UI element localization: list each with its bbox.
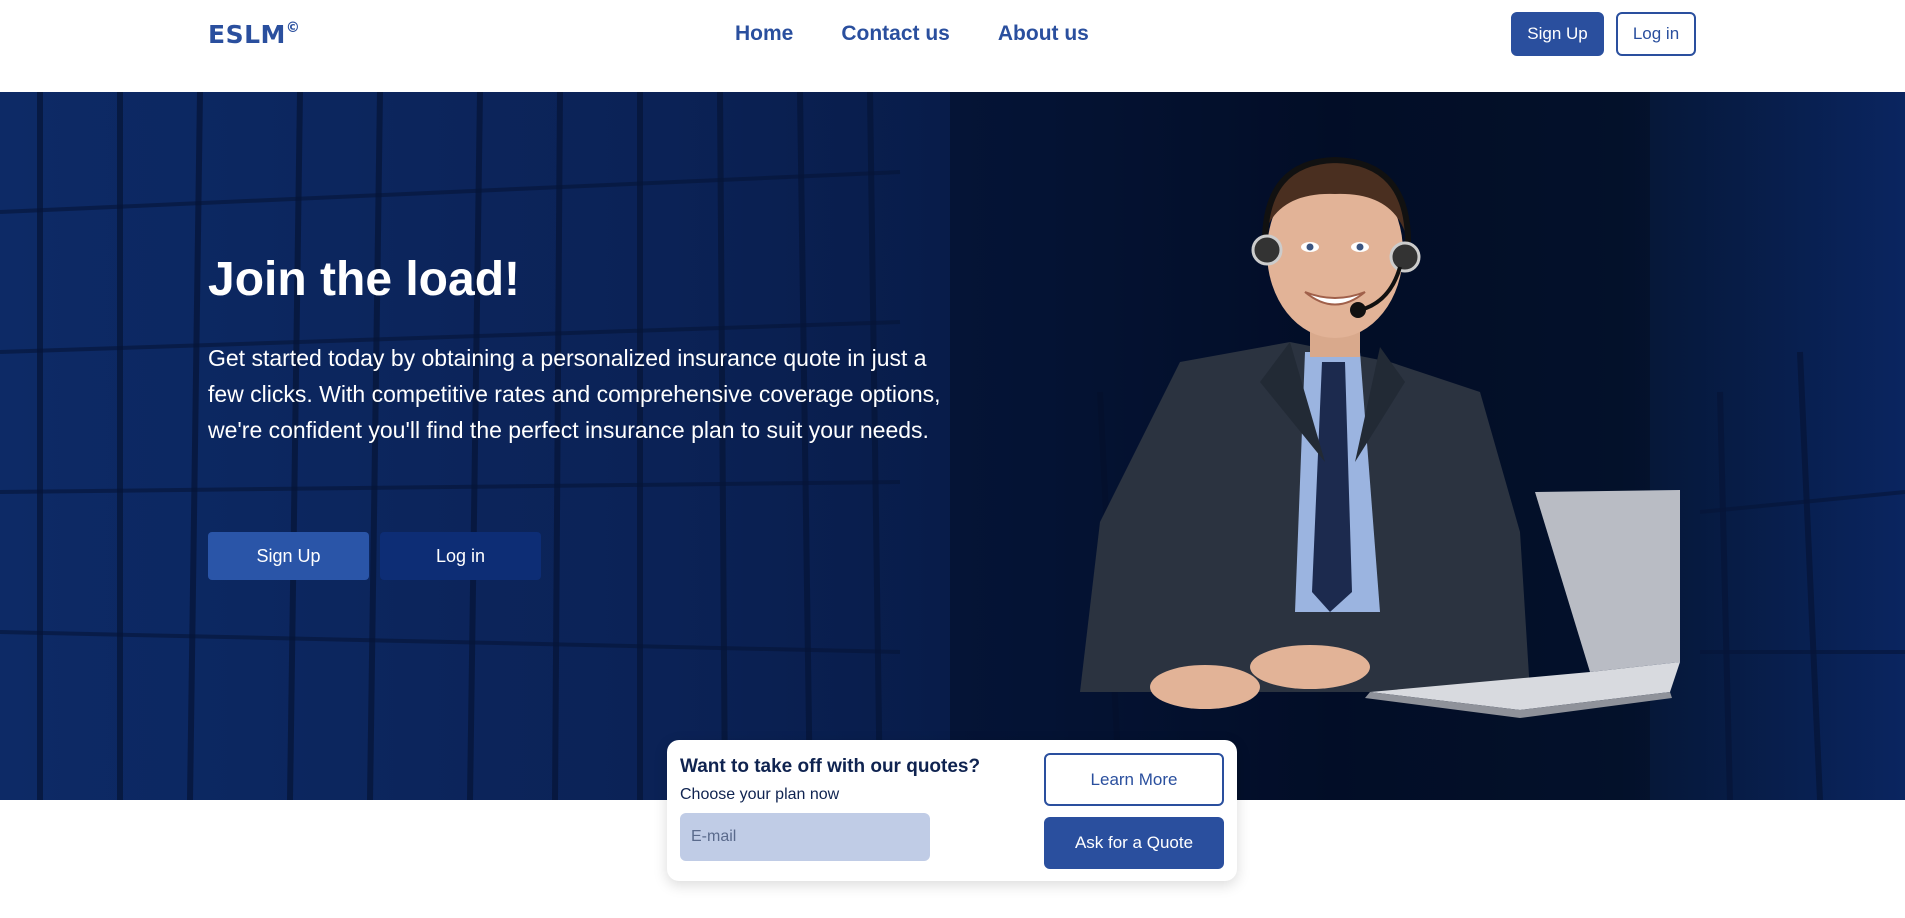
quote-title: Want to take off with our quotes? — [680, 756, 981, 777]
main-nav: Home Contact us About us — [735, 22, 1089, 46]
nav-home-link[interactable]: Home — [735, 22, 793, 46]
quote-subtitle: Choose your plan now — [680, 786, 840, 803]
ask-quote-button[interactable]: Ask for a Quote — [1044, 817, 1224, 869]
header-login-button[interactable]: Log in — [1616, 12, 1696, 56]
hero-description: Get started today by obtaining a persona… — [208, 345, 941, 443]
hero-signup-button[interactable]: Sign Up — [208, 532, 369, 580]
site-header: ESLM© Home Contact us About us Sign Up L… — [0, 0, 1905, 92]
logo-text: ESLM — [208, 20, 286, 49]
email-input[interactable] — [680, 813, 930, 861]
logo[interactable]: ESLM© — [208, 20, 300, 49]
agent-photo — [1080, 156, 1680, 718]
nav-contact-link[interactable]: Contact us — [841, 22, 950, 46]
learn-more-button[interactable]: Learn More — [1044, 753, 1224, 806]
hero-title: Join the load! — [208, 253, 520, 306]
hero-section: Join the load! Get started today by obta… — [0, 92, 1905, 800]
hero-login-button[interactable]: Log in — [380, 532, 541, 580]
logo-mark: © — [285, 19, 301, 36]
quote-card: Want to take off with our quotes? Choose… — [667, 740, 1237, 881]
nav-about-link[interactable]: About us — [998, 22, 1089, 46]
header-signup-button[interactable]: Sign Up — [1511, 12, 1604, 56]
